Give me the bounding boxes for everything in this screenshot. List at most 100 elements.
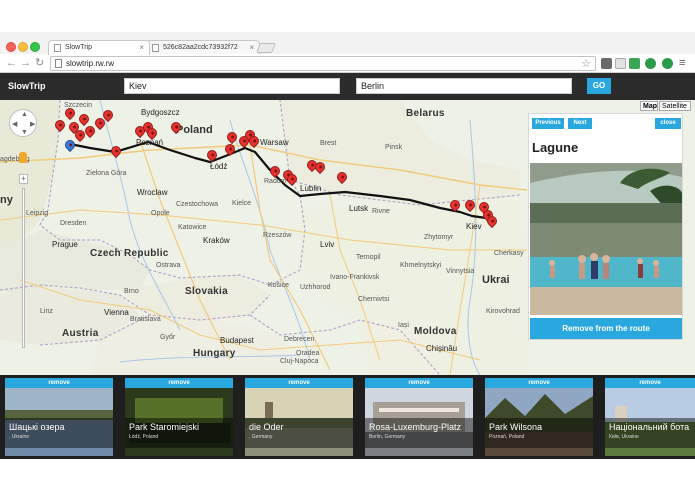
label-city: Kielce [232, 200, 252, 207]
menu-icon[interactable]: ≡ [679, 58, 690, 69]
zoom-slider[interactable] [22, 188, 25, 348]
label-city: Debrecen [284, 336, 315, 343]
label-poland: Poland [176, 124, 213, 136]
extension-icon[interactable] [645, 58, 656, 69]
remove-from-route-button[interactable]: Remove from the route [530, 318, 682, 339]
place-card[interactable]: remove Шацькі озера , Ukraine [5, 378, 113, 456]
previous-button[interactable]: Previous [532, 118, 564, 129]
tab-second[interactable]: 526c82aa2cdc73932f72 × [146, 40, 260, 55]
url-text: slowtrip.rw.rw [66, 59, 115, 68]
place-card[interactable]: remove Rosa-Luxemburg-Platz Berlin, Germ… [365, 378, 473, 456]
zoom-in-button[interactable]: + [19, 174, 28, 184]
place-card[interactable]: remove die Oder , Germany [245, 378, 353, 456]
page-icon [54, 44, 61, 52]
label-city: Leipzig [26, 210, 49, 217]
place-name: die Oder [249, 422, 284, 432]
from-city-input[interactable] [124, 78, 340, 94]
tab-slowtrip[interactable]: SlowTrip × [48, 40, 150, 55]
close-tab-icon[interactable]: × [249, 43, 254, 52]
close-button[interactable]: close [655, 118, 681, 129]
label-czech: Czech Republic [90, 248, 169, 259]
label-city: Ternopil [356, 254, 381, 261]
extension-icon[interactable] [662, 58, 673, 69]
label-austria: Austria [62, 328, 99, 339]
label-city: Vinnytsia [446, 268, 475, 275]
place-card[interactable]: remove Національний бота Київ, Ukraine [605, 378, 695, 456]
label-city: Cluj-Napoca [280, 358, 319, 365]
label-city: Kiev [466, 222, 482, 231]
go-button[interactable]: GO [587, 78, 611, 94]
extension-icon[interactable] [601, 58, 612, 69]
label-city: Kirovohrad [486, 308, 520, 315]
place-info-panel: Previous Next close Lagune Remove from t… [528, 113, 683, 340]
remove-button[interactable]: remove [5, 378, 113, 388]
app-logo: SlowTrip [8, 81, 46, 91]
saved-places-strip: remove Шацькі озера , Ukraine remove Par… [0, 375, 695, 459]
label-city: Chernivtsi [358, 296, 390, 303]
label-city: Opole [151, 210, 170, 217]
forward-icon[interactable]: → [20, 57, 31, 69]
browser-toolbar: ← → ↻ slowtrip.rw.rw ☆ [0, 54, 695, 73]
close-window-icon[interactable] [6, 42, 16, 52]
remove-button[interactable]: remove [605, 378, 695, 388]
page-footer [0, 459, 695, 494]
place-location: , Germany [249, 434, 273, 440]
remove-button[interactable]: remove [365, 378, 473, 388]
label-city: Chișinău [426, 344, 458, 353]
label-city: Radom [264, 178, 287, 185]
tab-title: SlowTrip [65, 44, 92, 51]
close-tab-icon[interactable]: × [139, 43, 144, 52]
label-city: Uzhhorod [300, 284, 331, 291]
label-city: Iași [398, 322, 409, 329]
label-city: Warsaw [260, 138, 289, 147]
label-city: Lutsk [349, 204, 369, 213]
place-name: Park Staromiejski [129, 422, 200, 432]
label-city: Zhytomyr [424, 234, 454, 241]
next-button[interactable]: Next [568, 118, 592, 129]
label-city: Brno [124, 288, 139, 295]
label-city: Bydgoszcz [141, 108, 180, 117]
page-icon [55, 59, 62, 68]
label-city: Prague [52, 240, 78, 249]
place-location: , Ukraine [9, 434, 30, 440]
minimize-window-icon[interactable] [18, 42, 28, 52]
page-icon [152, 44, 159, 52]
label-city: Linz [40, 308, 53, 315]
pan-control[interactable]: ▲ ▼ ◀ ▶ [9, 109, 37, 137]
label-city: Oradea [296, 350, 320, 357]
remove-button[interactable]: remove [245, 378, 353, 388]
label-city: Dresden [60, 220, 87, 227]
remove-button[interactable]: remove [125, 378, 233, 388]
remove-button[interactable]: remove [485, 378, 593, 388]
bookmark-star-icon[interactable]: ☆ [581, 57, 591, 70]
extension-icon[interactable] [615, 58, 626, 69]
label-city: Łódź [210, 162, 228, 171]
label-city: Győr [160, 334, 176, 341]
label-city: Bratislava [130, 316, 161, 323]
map-type-satellite[interactable]: Satellite [659, 101, 691, 111]
place-card[interactable]: remove Park Wilsona Poznań, Poland [485, 378, 593, 456]
label-city: Rivne [372, 208, 390, 215]
label-moldova: Moldova [414, 326, 457, 337]
back-icon[interactable]: ← [6, 57, 17, 69]
label-city: Brest [320, 140, 337, 147]
to-city-input[interactable] [356, 78, 572, 94]
label-city: Budapest [220, 336, 254, 345]
label-city: Vienna [104, 308, 129, 317]
extension-icon[interactable] [629, 58, 640, 69]
reload-icon[interactable]: ↻ [35, 57, 44, 69]
label-city: Zielona Góra [86, 170, 127, 177]
label-slovakia: Slovakia [185, 286, 228, 297]
place-card[interactable]: remove Park Staromiejski Łódź, Poland [125, 378, 233, 456]
label-city: Ostrava [156, 262, 181, 269]
map-type-map[interactable]: Map [640, 101, 658, 111]
street-view-pegman-icon[interactable] [19, 152, 27, 163]
label-belarus: Belarus [406, 108, 445, 119]
address-bar[interactable]: slowtrip.rw.rw ☆ [50, 56, 596, 71]
label-city: Lublin [300, 184, 322, 193]
maximize-window-icon[interactable] [30, 42, 40, 52]
label-city: Poznań [136, 138, 164, 147]
label-city: Khmelnytskyi [400, 262, 442, 269]
place-name: Національний бота [609, 422, 690, 432]
label-hungary: Hungary [193, 348, 236, 359]
